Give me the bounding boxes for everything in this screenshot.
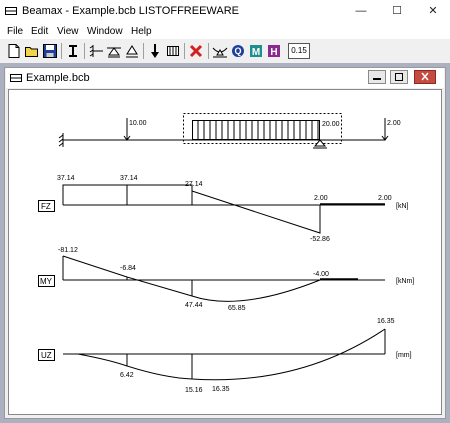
distributed-load-label: 20.00 (322, 121, 340, 128)
uz-label: UZ (41, 351, 52, 360)
fz-value: -52.86 (310, 236, 330, 243)
my-value: 47.44 (185, 302, 203, 309)
point-load-left-label: 10.00 (129, 120, 147, 127)
distributed-load-block (192, 120, 320, 140)
displacement-diagram: UZ [mm] 16.35 6.42 15.16 16.35 (38, 318, 412, 394)
point-load-right-label: 2.00 (387, 120, 401, 127)
fz-unit: [kN] (396, 203, 409, 210)
fz-value: 37.14 (57, 175, 75, 182)
my-label: MY (40, 277, 53, 286)
fz-value: 27.14 (185, 181, 203, 188)
uz-value: 16.35 (377, 318, 395, 325)
my-unit: [kNm] (396, 278, 414, 285)
fz-value: 2.00 (314, 195, 328, 202)
uz-unit: [mm] (396, 352, 412, 359)
uz-value: 15.16 (185, 387, 203, 394)
fz-value: 37.14 (120, 175, 138, 182)
my-value: -6.84 (120, 265, 136, 272)
fz-value: 2.00 (378, 195, 392, 202)
uz-value: 6.42 (120, 372, 134, 379)
beam-model: 10.00 20.00 2.00 (58, 113, 401, 149)
my-value: -81.12 (58, 247, 78, 254)
uz-value: 16.35 (212, 386, 230, 393)
fixed-support-icon (58, 133, 64, 147)
my-value: -4.00 (313, 271, 329, 278)
fz-label: FZ (41, 202, 51, 211)
my-value: 65.85 (228, 305, 246, 312)
bending-moment-diagram: MY [kNm] -81.12 -6.84 47.44 65.85 -4.00 (38, 247, 414, 312)
shear-force-diagram: FZ [kN] 37.14 37.14 27.14 2.00 2.00 -52.… (38, 175, 409, 243)
beam-diagrams: 10.00 20.00 2.00 FZ [kN] 37.14 37.14 27.… (38, 113, 414, 394)
